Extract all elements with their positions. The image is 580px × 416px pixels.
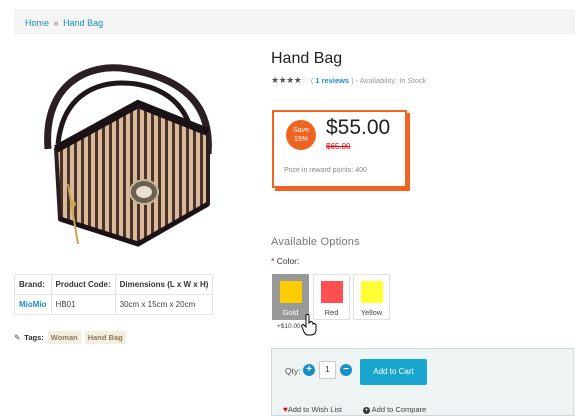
specs-brand-cell: MioMio [14, 294, 52, 315]
compare-label: Add to Compare [371, 405, 427, 414]
specs-header-dimensions: Dimensions (L x W x H) [114, 274, 214, 295]
save-badge-label: Save [293, 127, 309, 134]
qty-decrease-button[interactable]: − [340, 364, 352, 376]
swatch-gold-chip [279, 281, 302, 303]
breadcrumb-home-link[interactable]: Home [25, 18, 49, 28]
specs-header-brand: Brand: [14, 274, 52, 295]
breadcrumb-current-link[interactable]: Hand Bag [63, 18, 103, 28]
qty-increase-button[interactable]: + [303, 364, 315, 376]
specs-code-cell: HB01 [50, 294, 116, 315]
reviews-open-paren: ( [310, 76, 314, 85]
add-to-wishlist-link[interactable]: ♥Add to Wish List [283, 405, 342, 414]
rating-stars: ★★★★☆ [271, 75, 309, 86]
availability-text: - Availability: In Stock [355, 76, 427, 85]
tag-icon: ✎ [14, 333, 21, 342]
add-to-cart-panel: Qty: + 1 − Add to Cart ♥Add to Wish List… [271, 348, 574, 416]
old-price: $65.00 [326, 142, 351, 151]
reviews-close-paren: ) [351, 76, 354, 85]
swatch-yellow-label: Yellow [360, 308, 383, 317]
required-marker: * [271, 256, 275, 266]
swatch-red-chip [320, 281, 343, 303]
product-image[interactable] [18, 54, 228, 254]
product-specs-table: Brand: Product Code: Dimensions (L x W x… [14, 274, 214, 315]
qty-input[interactable]: 1 [319, 361, 336, 379]
wishlist-label: Add to Wish List [287, 405, 342, 414]
star-empty-icon: ☆ [301, 75, 309, 85]
reviews-link[interactable]: 1 reviews [315, 76, 349, 85]
save-badge: Save 15% [286, 120, 316, 150]
tag-woman[interactable]: Woman [47, 331, 81, 344]
tags-row: ✎ Tags: Woman Hand Bag [14, 331, 126, 344]
save-badge-percent: 15% [293, 136, 308, 143]
compare-plus-icon: + [363, 407, 370, 414]
available-options-title: Available Options [271, 236, 360, 248]
add-to-compare-link[interactable]: + Add to Compare [363, 405, 426, 414]
specs-header-code: Product Code: [50, 274, 116, 295]
swatch-yellow-chip [360, 281, 383, 303]
breadcrumb-separator: » [53, 18, 59, 28]
swatch-yellow[interactable]: Yellow [353, 274, 390, 320]
hand-pointer-cursor-icon [301, 314, 317, 336]
swatch-red[interactable]: Red [313, 274, 350, 320]
reward-points-text: Price in reward points: 400 [284, 167, 367, 174]
star-filled-icons: ★★★★ [271, 75, 302, 85]
tags-label: Tags: [24, 333, 44, 342]
specs-header-row: Brand: Product Code: Dimensions (L x W x… [14, 274, 214, 295]
color-option-label: * Color: [271, 256, 299, 266]
tag-hand-bag[interactable]: Hand Bag [84, 331, 126, 344]
swatch-red-label: Red [324, 308, 339, 317]
add-to-cart-button[interactable]: Add to Cart [360, 359, 427, 385]
breadcrumb: Home » Hand Bag [14, 10, 574, 34]
current-price: $55.00 [326, 116, 391, 139]
gold-surcharge-text: +$10.00 [277, 323, 301, 330]
qty-label: Qty: [285, 366, 301, 376]
product-title: Hand Bag [271, 50, 343, 67]
color-label-text: Color: [276, 256, 300, 266]
price-box: Save 15% $55.00 $65.00 Price in reward p… [272, 110, 407, 188]
brand-link[interactable]: MioMio [19, 300, 47, 309]
specs-value-row: MioMio HB01 30cm x 15cm x 20cm [14, 294, 214, 315]
specs-dimensions-cell: 30cm x 15cm x 20cm [114, 294, 214, 315]
rating-line: ★★★★☆ (1 reviews) - Availability: In Sto… [271, 75, 426, 86]
